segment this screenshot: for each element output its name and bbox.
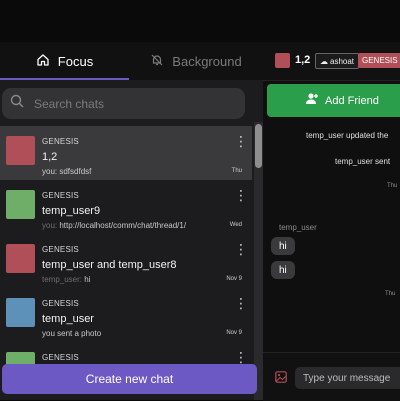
- system-message: temp_user sent: [335, 157, 391, 166]
- user-plus-icon: [305, 92, 319, 109]
- chat-time: Thu: [231, 168, 242, 174]
- thread-avatar: [275, 53, 290, 68]
- image-icon[interactable]: [275, 370, 287, 388]
- chat-community: GENESIS: [42, 353, 79, 362]
- more-vertical-icon[interactable]: ⋮: [234, 296, 248, 310]
- more-vertical-icon[interactable]: ⋮: [234, 350, 248, 364]
- more-vertical-icon[interactable]: ⋮: [234, 188, 248, 202]
- tab-background[interactable]: Background: [129, 42, 263, 80]
- add-friend-label: Add Friend: [325, 94, 379, 107]
- thread-pane: 1,2 ☁ ashoat GENESIS Add Friend temp_user…: [263, 42, 400, 401]
- system-message: temp_user updated the: [306, 131, 389, 140]
- chat-community: GENESIS: [42, 191, 79, 200]
- message-bubble: hi: [271, 261, 295, 279]
- chat-time: Nov 9: [226, 276, 242, 282]
- chat-title: temp_user and temp_user8: [42, 259, 177, 271]
- home-icon: [36, 53, 50, 70]
- thread-header: 1,2 ☁ ashoat GENESIS: [263, 42, 400, 81]
- chat-tabs: Focus Background: [0, 42, 263, 80]
- thread-name: 1,2: [295, 54, 311, 66]
- message-bubble: hi: [271, 237, 295, 255]
- chat-avatar: [6, 190, 35, 219]
- chat-title: 1,2: [42, 151, 58, 163]
- chat-title: temp_user9: [42, 205, 101, 217]
- chat-list-scrollbar[interactable]: [254, 122, 263, 400]
- more-vertical-icon[interactable]: ⋮: [234, 134, 248, 148]
- chat-preview: temp_user: hi: [42, 275, 91, 284]
- search-bar[interactable]: [2, 88, 245, 119]
- search-input[interactable]: [32, 95, 236, 112]
- cloud-icon: ☁: [320, 56, 328, 66]
- chat-community: GENESIS: [42, 299, 79, 308]
- tab-background-label: Background: [172, 53, 242, 69]
- chat-avatar: [6, 298, 35, 327]
- active-tab-indicator: [0, 78, 129, 80]
- community-badge[interactable]: GENESIS: [358, 53, 400, 68]
- scrollbar-thumb[interactable]: [255, 124, 262, 168]
- top-band: [0, 0, 400, 42]
- chat-community: GENESIS: [42, 245, 79, 254]
- message-timestamp: Thu: [385, 291, 396, 297]
- chat-item[interactable]: GENESIS 1,2 you: sdfsdfdsf Thu ⋮: [0, 126, 252, 180]
- chat-list-pane: Focus Background GENESIS 1,2 you: sdfsdf…: [0, 42, 263, 400]
- chat-preview: you: sdfsdfdsf: [42, 167, 92, 176]
- more-vertical-icon[interactable]: ⋮: [234, 242, 248, 256]
- chat-title: temp_user: [42, 313, 94, 325]
- tab-focus-label: Focus: [57, 53, 94, 69]
- user-badge[interactable]: ☁ ashoat: [315, 53, 360, 69]
- chat-item[interactable]: GENESIS temp_user9 you: http://localhost…: [0, 180, 252, 234]
- create-new-chat-button[interactable]: Create new chat: [2, 364, 257, 394]
- message-sender: temp_user: [279, 223, 317, 232]
- chat-item[interactable]: GENESIS temp_user you sent a photo Nov 9…: [0, 288, 252, 342]
- chat-time: Nov 9: [226, 330, 242, 336]
- message-timestamp: Thu: [387, 183, 398, 189]
- message-composer: [263, 352, 400, 401]
- tab-focus[interactable]: Focus: [0, 42, 129, 80]
- user-badge-label: ashoat: [330, 56, 355, 66]
- chat-avatar: [6, 244, 35, 273]
- chat-time: Wed: [229, 222, 242, 228]
- message-input-wrapper[interactable]: [295, 367, 400, 389]
- search-icon: [10, 94, 24, 113]
- chat-item[interactable]: GENESIS temp_user and temp_user8 temp_us…: [0, 234, 252, 288]
- chat-community: GENESIS: [42, 137, 79, 146]
- bell-off-icon: [150, 53, 164, 70]
- chat-preview: you sent a photo: [42, 329, 102, 338]
- message-input[interactable]: [301, 371, 400, 385]
- add-friend-button[interactable]: Add Friend: [267, 84, 400, 117]
- chat-avatar: [6, 136, 35, 165]
- chat-preview: you: http://localhost/comm/chat/thread/1…: [42, 221, 187, 230]
